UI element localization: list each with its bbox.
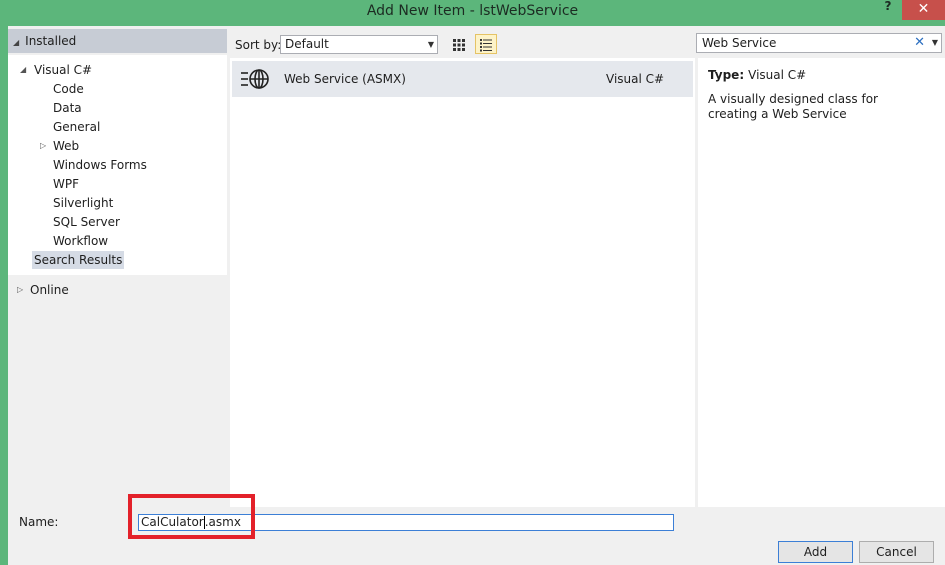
installed-label: Installed [25, 34, 77, 48]
tree-item-web[interactable]: Web [53, 137, 79, 155]
template-details-pane: Type: Visual C# A visually designed class… [698, 58, 945, 507]
template-name: Web Service (ASMX) [284, 72, 406, 86]
tree-item-wpf[interactable]: WPF [53, 175, 79, 193]
type-value: Visual C# [748, 68, 807, 82]
collapsed-triangle-icon[interactable]: ▷ [40, 137, 46, 155]
online-expand-icon: ▷ [17, 285, 24, 294]
tree-item-windows-forms[interactable]: Windows Forms [53, 156, 147, 174]
type-label: Type: [708, 68, 745, 82]
dropdown-arrow-icon: ▼ [427, 40, 434, 49]
search-dropdown-icon[interactable]: ▼ [932, 34, 938, 52]
title-bar: Add New Item - lstWebService ? ✕ [0, 0, 945, 24]
search-value: Web Service [702, 36, 777, 50]
template-language: Visual C# [606, 72, 665, 86]
sort-by-value: Default [285, 37, 329, 51]
template-item-web-service[interactable]: Web Service (ASMX) Visual C# [232, 61, 693, 97]
web-service-icon [241, 69, 269, 89]
online-label: Online [30, 283, 69, 297]
close-button[interactable]: ✕ [902, 0, 945, 20]
clear-search-icon[interactable]: ✕ [914, 34, 925, 52]
window-title: Add New Item - lstWebService [366, 3, 579, 19]
grid-view-icon [453, 39, 465, 51]
installed-header[interactable]: ◢ Installed [8, 29, 227, 53]
add-new-item-dialog: ◢ Installed ◢ Visual C# Code Data General… [8, 26, 945, 565]
category-tree: ◢ Visual C# Code Data General ▷ Web Wind… [8, 55, 227, 275]
help-button[interactable]: ? [878, 0, 898, 14]
sort-by-label: Sort by: [235, 38, 282, 52]
search-installed-templates[interactable]: Web Service ✕ ▼ [696, 33, 942, 53]
template-description: A visually designed class for creating a… [708, 92, 878, 121]
online-section[interactable]: ▷ Online [8, 281, 227, 299]
tree-item-sql-server[interactable]: SQL Server [53, 213, 120, 231]
template-categories-pane: ◢ Installed ◢ Visual C# Code Data General… [8, 26, 227, 507]
collapse-triangle-icon: ◢ [13, 38, 20, 47]
tree-item-workflow[interactable]: Workflow [53, 232, 108, 250]
annotation-highlight-box [128, 494, 255, 539]
tree-item-visual-csharp[interactable]: Visual C# [34, 61, 92, 79]
list-view-button[interactable] [475, 34, 497, 54]
sort-by-dropdown[interactable]: Default ▼ [280, 35, 438, 54]
expanded-triangle-icon[interactable]: ◢ [20, 61, 26, 79]
template-type: Type: Visual C# [708, 68, 806, 82]
tree-item-data[interactable]: Data [53, 99, 82, 117]
add-button[interactable]: Add [778, 541, 853, 563]
template-list: Web Service (ASMX) Visual C# [230, 58, 695, 507]
tree-item-code[interactable]: Code [53, 80, 84, 98]
tree-item-silverlight[interactable]: Silverlight [53, 194, 113, 212]
cancel-button[interactable]: Cancel [859, 541, 934, 563]
list-view-icon [480, 39, 492, 52]
name-label: Name: [19, 515, 59, 529]
template-toolbar: Sort by: Default ▼ [230, 32, 695, 56]
grid-view-button[interactable] [448, 34, 470, 54]
tree-item-search-results[interactable]: Search Results [32, 251, 125, 269]
tree-item-general[interactable]: General [53, 118, 100, 136]
